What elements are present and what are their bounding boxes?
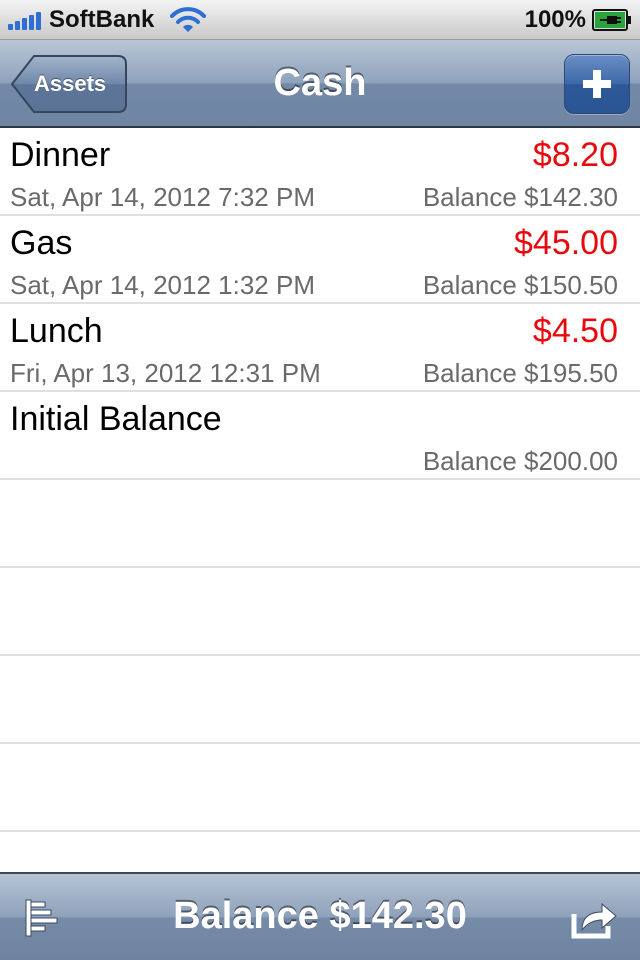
transaction-row[interactable]: Initial Balance Balance $200.00 (0, 392, 640, 480)
transaction-row[interactable]: Gas $45.00 Sat, Apr 14, 2012 1:32 PM Bal… (0, 216, 640, 304)
empty-row (0, 656, 640, 744)
transaction-balance: Balance $150.50 (422, 270, 618, 300)
back-button-assets[interactable]: Assets (10, 54, 128, 114)
bottom-toolbar: Balance $142.30 (0, 872, 640, 960)
total-balance: Balance $142.30 (173, 895, 467, 937)
share-icon[interactable] (570, 896, 618, 940)
battery-percent: 100% (524, 6, 586, 33)
transaction-title: Dinner (10, 136, 111, 174)
transaction-row[interactable]: Dinner $8.20 Sat, Apr 14, 2012 7:32 PM B… (0, 128, 640, 216)
empty-row (0, 744, 640, 832)
empty-row (0, 480, 640, 568)
back-button-label: Assets (34, 71, 107, 96)
transaction-title: Gas (10, 224, 73, 262)
wifi-icon (170, 6, 207, 32)
transaction-date: Fri, Apr 13, 2012 12:31 PM (10, 358, 321, 388)
transaction-title: Initial Balance (10, 400, 222, 438)
plus-icon (583, 70, 611, 98)
status-bar: SoftBank 100% (0, 0, 640, 40)
empty-row (0, 568, 640, 656)
carrier-name: SoftBank (49, 5, 155, 33)
transaction-balance: Balance $142.30 (422, 182, 618, 212)
transaction-amount: $45.00 (514, 224, 618, 262)
add-transaction-button[interactable] (564, 54, 630, 114)
transaction-list: Dinner $8.20 Sat, Apr 14, 2012 7:32 PM B… (0, 128, 640, 872)
transaction-date: Sat, Apr 14, 2012 1:32 PM (10, 270, 315, 300)
transaction-title: Lunch (10, 312, 103, 350)
transaction-balance: Balance $195.50 (422, 358, 618, 388)
transaction-amount: $8.20 (532, 136, 618, 174)
transaction-row[interactable]: Lunch $4.50 Fri, Apr 13, 2012 12:31 PM B… (0, 304, 640, 392)
signal-strength-icon (8, 10, 41, 30)
transaction-balance: Balance $200.00 (422, 446, 618, 476)
navigation-bar: Assets Cash (0, 40, 640, 128)
transaction-amount: $4.50 (532, 312, 618, 350)
battery-charging-icon (592, 9, 631, 31)
transaction-date: Sat, Apr 14, 2012 7:32 PM (10, 182, 315, 212)
